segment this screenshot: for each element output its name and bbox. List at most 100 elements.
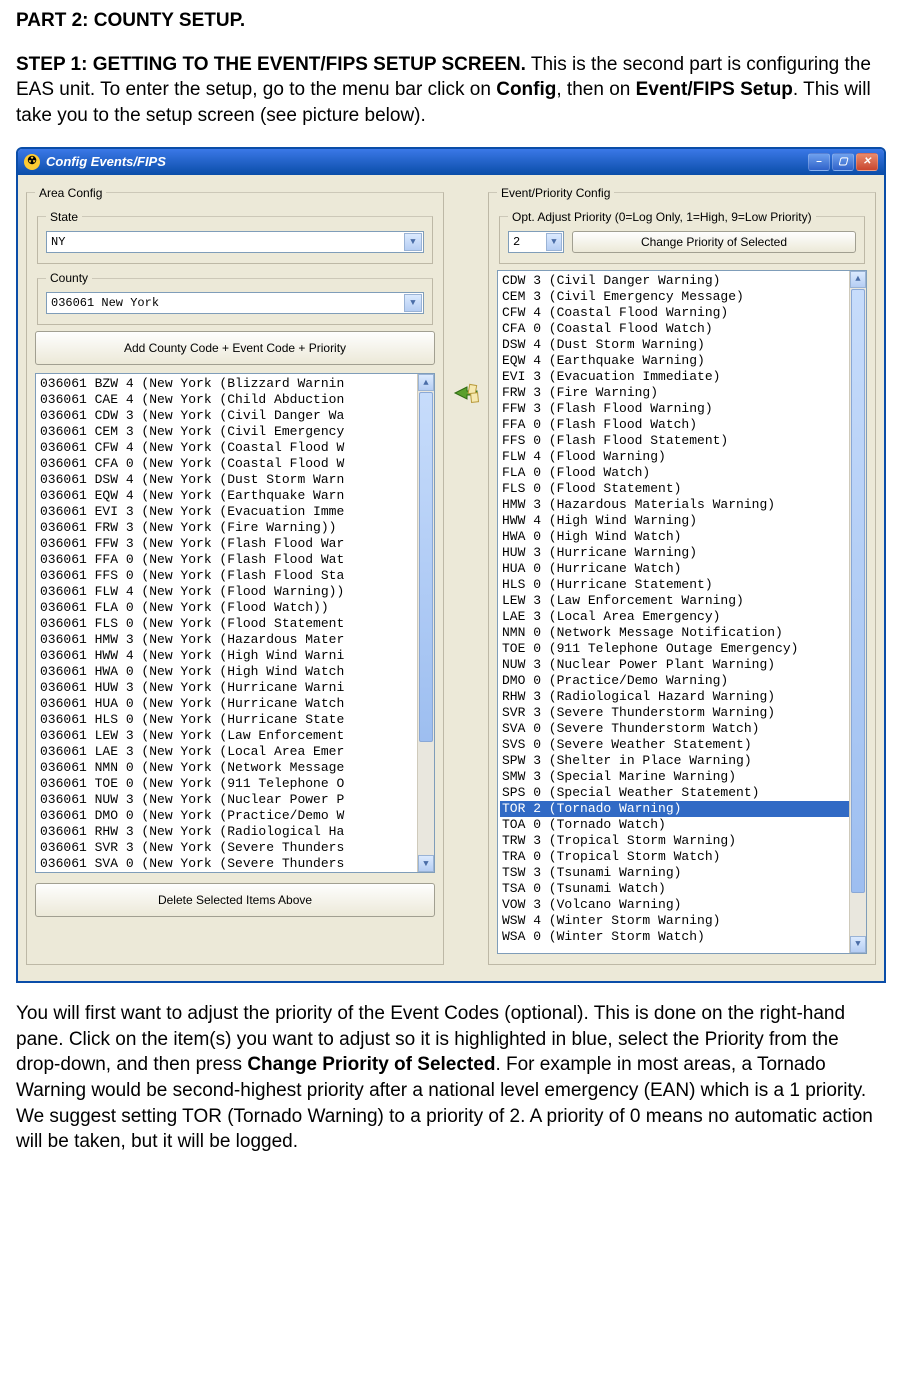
list-item[interactable]: 036061 CAE 4 (New York (Child Abduction (38, 392, 432, 408)
maximize-button[interactable]: ▢ (832, 153, 854, 171)
list-item[interactable]: SPW 3 (Shelter in Place Warning) (500, 753, 864, 769)
transfer-arrow-icon (451, 379, 481, 409)
list-item[interactable]: 036061 LEW 3 (New York (Law Enforcement (38, 728, 432, 744)
list-item[interactable]: 036061 FFA 0 (New York (Flash Flood Wat (38, 552, 432, 568)
list-item[interactable]: 036061 NMN 0 (New York (Network Message (38, 760, 432, 776)
list-item[interactable]: VOW 3 (Volcano Warning) (500, 897, 864, 913)
list-item[interactable]: FLS 0 (Flood Statement) (500, 481, 864, 497)
list-item[interactable]: 036061 FLS 0 (New York (Flood Statement (38, 616, 432, 632)
list-item[interactable]: 036061 HLS 0 (New York (Hurricane State (38, 712, 432, 728)
list-item[interactable]: TRA 0 (Tropical Storm Watch) (500, 849, 864, 865)
scrollbar[interactable]: ▲ ▼ (417, 374, 434, 872)
add-county-event-button[interactable]: Add County Code + Event Code + Priority (35, 331, 435, 365)
window-titlebar[interactable]: ☢ Config Events/FIPS – ▢ ✕ (18, 149, 884, 175)
list-item[interactable]: HWA 0 (High Wind Watch) (500, 529, 864, 545)
state-fieldset: State NY ▼ (37, 209, 433, 264)
list-item[interactable]: DMO 0 (Practice/Demo Warning) (500, 673, 864, 689)
scroll-thumb[interactable] (419, 392, 433, 742)
minimize-button[interactable]: – (808, 153, 830, 171)
list-item[interactable]: CDW 3 (Civil Danger Warning) (500, 273, 864, 289)
list-item[interactable]: TOA 0 (Tornado Watch) (500, 817, 864, 833)
list-item[interactable]: 036061 EQW 4 (New York (Earthquake Warn (38, 488, 432, 504)
list-item[interactable]: 036061 FRW 3 (New York (Fire Warning)) (38, 520, 432, 536)
list-item[interactable]: 036061 FLW 4 (New York (Flood Warning)) (38, 584, 432, 600)
list-item[interactable]: 036061 CEM 3 (New York (Civil Emergency (38, 424, 432, 440)
list-item[interactable]: 036061 SVA 0 (New York (Severe Thunders (38, 856, 432, 872)
delete-selected-button[interactable]: Delete Selected Items Above (35, 883, 435, 917)
list-item[interactable]: 036061 HWA 0 (New York (High Wind Watch (38, 664, 432, 680)
list-item[interactable]: 036061 CDW 3 (New York (Civil Danger Wa (38, 408, 432, 424)
step1-eventfips-bold: Event/FIPS Setup (636, 79, 793, 100)
list-item[interactable]: HUA 0 (Hurricane Watch) (500, 561, 864, 577)
list-item[interactable]: SPS 0 (Special Weather Statement) (500, 785, 864, 801)
list-item[interactable]: CFA 0 (Coastal Flood Watch) (500, 321, 864, 337)
list-item[interactable]: SMW 3 (Special Marine Warning) (500, 769, 864, 785)
list-item[interactable]: SVR 3 (Severe Thunderstorm Warning) (500, 705, 864, 721)
list-item[interactable]: FFW 3 (Flash Flood Warning) (500, 401, 864, 417)
list-item[interactable]: 036061 DSW 4 (New York (Dust Storm Warn (38, 472, 432, 488)
close-button[interactable]: ✕ (856, 153, 878, 171)
list-item[interactable]: 036061 HMW 3 (New York (Hazardous Mater (38, 632, 432, 648)
step1-text-c: , then on (556, 79, 635, 100)
list-item[interactable]: HMW 3 (Hazardous Materials Warning) (500, 497, 864, 513)
list-item[interactable]: FFS 0 (Flash Flood Statement) (500, 433, 864, 449)
list-item[interactable]: SVS 0 (Severe Weather Statement) (500, 737, 864, 753)
list-item[interactable]: 036061 FFS 0 (New York (Flash Flood Sta (38, 568, 432, 584)
scroll-down-icon[interactable]: ▼ (850, 936, 866, 953)
priority-dropdown[interactable]: 2 ▼ (508, 231, 564, 253)
list-item[interactable]: CEM 3 (Civil Emergency Message) (500, 289, 864, 305)
list-item[interactable]: 036061 HWW 4 (New York (High Wind Warni (38, 648, 432, 664)
list-item[interactable]: DSW 4 (Dust Storm Warning) (500, 337, 864, 353)
list-item[interactable]: LEW 3 (Law Enforcement Warning) (500, 593, 864, 609)
list-item[interactable]: EQW 4 (Earthquake Warning) (500, 353, 864, 369)
list-item[interactable]: 036061 EVI 3 (New York (Evacuation Imme (38, 504, 432, 520)
list-item[interactable]: EVI 3 (Evacuation Immediate) (500, 369, 864, 385)
event-code-listbox[interactable]: CDW 3 (Civil Danger Warning)CEM 3 (Civil… (497, 270, 867, 954)
scroll-thumb[interactable] (851, 289, 865, 893)
list-item[interactable]: 036061 SVR 3 (New York (Severe Thunders (38, 840, 432, 856)
list-item[interactable]: 036061 LAE 3 (New York (Local Area Emer (38, 744, 432, 760)
list-item[interactable]: 036061 CFA 0 (New York (Coastal Flood W (38, 456, 432, 472)
list-item[interactable]: HUW 3 (Hurricane Warning) (500, 545, 864, 561)
change-priority-label: Change Priority of Selected (641, 234, 787, 250)
list-item[interactable]: FFA 0 (Flash Flood Watch) (500, 417, 864, 433)
list-item[interactable]: 036061 RHW 3 (New York (Radiological Ha (38, 824, 432, 840)
list-item[interactable]: FLA 0 (Flood Watch) (500, 465, 864, 481)
list-item[interactable]: 036061 CFW 4 (New York (Coastal Flood W (38, 440, 432, 456)
list-item[interactable]: LAE 3 (Local Area Emergency) (500, 609, 864, 625)
config-events-fips-window: ☢ Config Events/FIPS – ▢ ✕ Area Config S… (16, 147, 886, 983)
list-item[interactable]: TSW 3 (Tsunami Warning) (500, 865, 864, 881)
county-dropdown[interactable]: 036061 New York ▼ (46, 292, 424, 314)
list-item[interactable]: WSW 4 (Winter Storm Warning) (500, 913, 864, 929)
scroll-down-icon[interactable]: ▼ (418, 855, 434, 872)
list-item[interactable]: WSA 0 (Winter Storm Watch) (500, 929, 864, 945)
list-item[interactable]: HLS 0 (Hurricane Statement) (500, 577, 864, 593)
list-item[interactable]: 036061 NUW 3 (New York (Nuclear Power P (38, 792, 432, 808)
list-item[interactable]: TSA 0 (Tsunami Watch) (500, 881, 864, 897)
list-item[interactable]: TOR 2 (Tornado Warning) (500, 801, 864, 817)
state-dropdown[interactable]: NY ▼ (46, 231, 424, 253)
list-item[interactable]: 036061 HUA 0 (New York (Hurricane Watch (38, 696, 432, 712)
list-item[interactable]: RHW 3 (Radiological Hazard Warning) (500, 689, 864, 705)
list-item[interactable]: 036061 HUW 3 (New York (Hurricane Warni (38, 680, 432, 696)
list-item[interactable]: FRW 3 (Fire Warning) (500, 385, 864, 401)
list-item[interactable]: FLW 4 (Flood Warning) (500, 449, 864, 465)
list-item[interactable]: 036061 FFW 3 (New York (Flash Flood War (38, 536, 432, 552)
list-item[interactable]: CFW 4 (Coastal Flood Warning) (500, 305, 864, 321)
scroll-up-icon[interactable]: ▲ (418, 374, 434, 391)
change-priority-button[interactable]: Change Priority of Selected (572, 231, 856, 253)
add-button-label: Add County Code + Event Code + Priority (124, 340, 346, 356)
list-item[interactable]: TOE 0 (911 Telephone Outage Emergency) (500, 641, 864, 657)
list-item[interactable]: 036061 DMO 0 (New York (Practice/Demo W (38, 808, 432, 824)
scroll-up-icon[interactable]: ▲ (850, 271, 866, 288)
list-item[interactable]: 036061 TOE 0 (New York (911 Telephone O (38, 776, 432, 792)
list-item[interactable]: SVA 0 (Severe Thunderstorm Watch) (500, 721, 864, 737)
list-item[interactable]: NUW 3 (Nuclear Power Plant Warning) (500, 657, 864, 673)
list-item[interactable]: TRW 3 (Tropical Storm Warning) (500, 833, 864, 849)
list-item[interactable]: 036061 BZW 4 (New York (Blizzard Warnin (38, 376, 432, 392)
list-item[interactable]: HWW 4 (High Wind Warning) (500, 513, 864, 529)
scrollbar[interactable]: ▲ ▼ (849, 271, 866, 953)
county-event-listbox[interactable]: 036061 BZW 4 (New York (Blizzard Warnin0… (35, 373, 435, 873)
list-item[interactable]: 036061 FLA 0 (New York (Flood Watch)) (38, 600, 432, 616)
list-item[interactable]: NMN 0 (Network Message Notification) (500, 625, 864, 641)
